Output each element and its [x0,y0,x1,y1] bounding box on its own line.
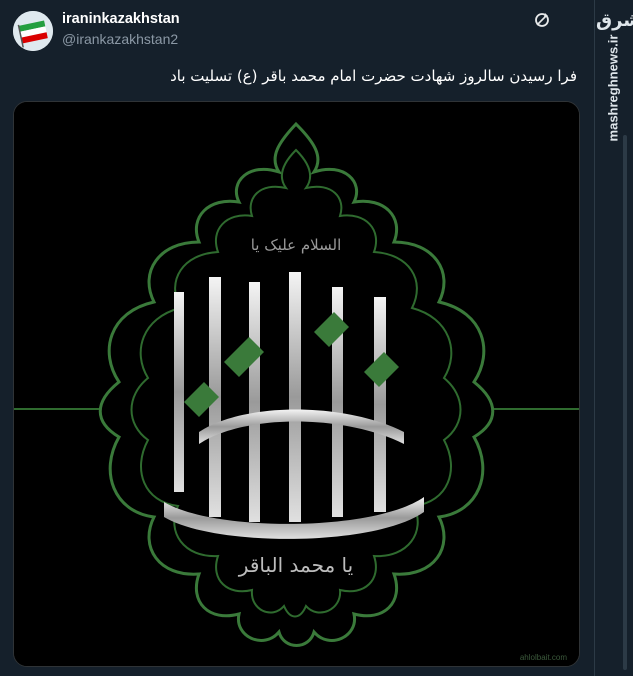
small-calligraphy: السلام علیک یا [251,236,342,254]
main-calligraphy: یا محمد الباقر [238,553,353,577]
tweet-image[interactable]: السلام علیک یا یا محمد الباقر ahlolbait.… [13,101,580,667]
tweet-text: فرا رسیدن سالروز شهادت حضرت امام محمد با… [170,67,577,85]
display-name[interactable]: iraninkazakhstan [62,11,180,27]
avatar[interactable] [13,11,53,51]
iran-flag-avatar-icon [13,11,53,51]
image-credit: ahlolbait.com [519,653,567,662]
site-watermark: mashreghnews.ir [600,35,626,142]
watermark-text: mashreghnews.ir [605,34,621,142]
scrollbar[interactable] [623,135,627,670]
calligraphy-artwork: السلام علیک یا یا محمد الباقر [14,102,579,666]
refresh-circle-icon[interactable] [533,11,551,29]
user-handle[interactable]: @irankazakhstan2 [62,31,178,47]
